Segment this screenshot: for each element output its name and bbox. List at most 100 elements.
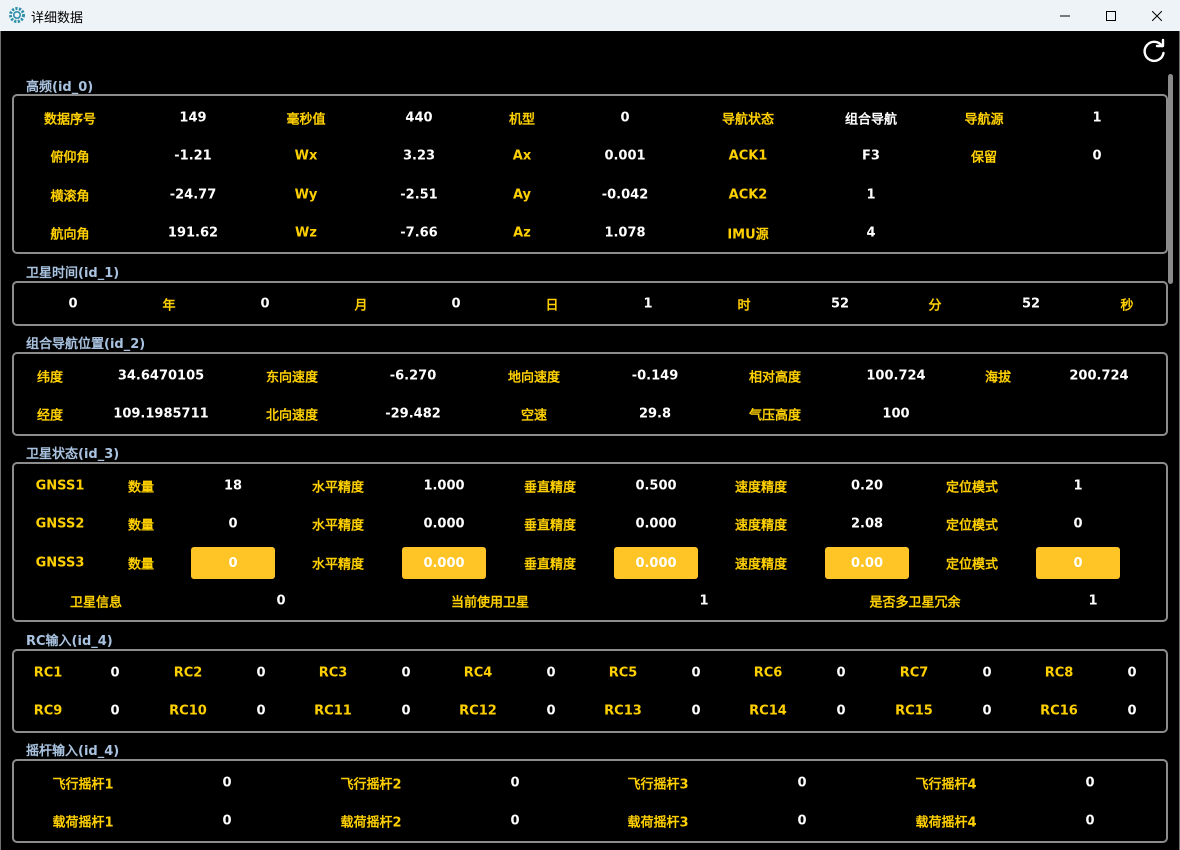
field-value: 组合导航 [844, 112, 898, 128]
field-label: Wy [294, 187, 318, 203]
field-label: 东向速度 [265, 370, 319, 386]
rc-label: RC5 [608, 665, 638, 681]
field-value: 109.1985711 [113, 406, 209, 422]
rc-value: 0 [836, 703, 846, 719]
maximize-button[interactable] [1088, 0, 1134, 31]
stick-value: 0 [797, 775, 807, 791]
panel-rc [12, 649, 1168, 733]
gnss3-value-box[interactable]: 0 [191, 547, 275, 579]
rc-label: RC2 [173, 665, 203, 681]
field-label: 水平精度 [311, 557, 365, 573]
field-label: 保留 [970, 150, 998, 166]
field-value: 100 [882, 406, 910, 422]
minimize-icon [1060, 15, 1070, 16]
field-value: 1 [1092, 110, 1102, 126]
field-label: 数量 [127, 557, 155, 573]
field-label: ACK2 [728, 187, 768, 203]
stick-label: 载荷摇杆1 [52, 815, 114, 831]
field-label: 速度精度 [734, 557, 788, 573]
field-label: 航向角 [50, 227, 90, 243]
gnss-name: GNSS2 [35, 516, 85, 532]
section-title-sat-status: 卫星状态(id_3) [26, 447, 120, 462]
time-unit: 时 [737, 298, 751, 314]
time-unit: 月 [354, 298, 368, 314]
field-label: 当前使用卫星 [450, 595, 530, 611]
gnss3-value-box[interactable]: 0 [1036, 547, 1120, 579]
field-label: 速度精度 [734, 518, 788, 534]
field-label: 数量 [127, 518, 155, 534]
field-label: 定位模式 [945, 518, 999, 534]
rc-value: 0 [401, 665, 411, 681]
time-value: 0 [451, 296, 461, 312]
rc-label: RC13 [604, 703, 642, 719]
stick-value: 0 [1085, 775, 1095, 791]
field-value: 2.08 [850, 516, 884, 532]
time-unit: 秒 [1120, 298, 1134, 314]
section-title-sat-time: 卫星时间(id_1) [26, 266, 120, 281]
stick-value: 0 [510, 775, 520, 791]
field-label: 定位模式 [945, 480, 999, 496]
field-value: 4 [866, 225, 876, 241]
panel-sat-time [12, 281, 1168, 326]
maximize-icon [1106, 10, 1116, 21]
rc-value: 0 [110, 665, 120, 681]
rc-value: 0 [256, 703, 266, 719]
field-label: 垂直精度 [523, 557, 577, 573]
field-value: -29.482 [385, 406, 441, 422]
field-label: 速度精度 [734, 480, 788, 496]
field-label: 导航源 [964, 112, 1004, 128]
field-value: -24.77 [169, 187, 217, 203]
field-label: 横滚角 [50, 189, 90, 205]
stick-label: 飞行摇杆3 [627, 777, 689, 793]
field-value: -7.66 [400, 225, 438, 241]
refresh-icon[interactable] [1141, 38, 1167, 64]
field-label: 是否多卫星冗余 [869, 595, 961, 611]
field-label: 垂直精度 [523, 518, 577, 534]
field-value: 149 [179, 110, 207, 126]
time-unit: 分 [928, 298, 942, 314]
gnss3-value-box[interactable]: 0.000 [614, 547, 698, 579]
field-value: 1 [1073, 478, 1083, 494]
vertical-scrollbar[interactable] [1168, 74, 1173, 284]
rc-label: RC11 [314, 703, 352, 719]
field-label: 俯仰角 [50, 150, 90, 166]
rc-value: 0 [982, 703, 992, 719]
close-button[interactable] [1134, 0, 1180, 31]
panel-stick [12, 759, 1168, 843]
rc-value: 0 [256, 665, 266, 681]
rc-label: RC8 [1044, 665, 1074, 681]
field-label: Ay [512, 187, 532, 203]
field-label: 数量 [127, 480, 155, 496]
field-value: 1 [1088, 593, 1098, 609]
section-title-nav-pos: 组合导航位置(id_2) [26, 337, 146, 352]
rc-label: RC16 [1040, 703, 1078, 719]
stick-value: 0 [222, 775, 232, 791]
minimize-button[interactable] [1042, 0, 1088, 31]
field-value: 100.724 [866, 368, 926, 384]
field-label: 水平精度 [311, 480, 365, 496]
field-label: 空速 [520, 408, 548, 424]
stick-label: 飞行摇杆2 [340, 777, 402, 793]
field-label: 卫星信息 [69, 595, 123, 611]
window-title: 详细数据 [31, 11, 84, 26]
rc-label: RC12 [459, 703, 497, 719]
field-value: 0 [276, 593, 286, 609]
gnss-name: GNSS3 [35, 555, 85, 571]
field-label: Ax [512, 148, 532, 164]
rc-value: 0 [691, 665, 701, 681]
field-label: 相对高度 [748, 370, 802, 386]
field-value: 0.000 [635, 516, 677, 532]
field-value: 0 [1073, 516, 1083, 532]
gnss3-value-box[interactable]: 0.00 [825, 547, 909, 579]
field-value: 200.724 [1069, 368, 1129, 384]
gnss3-value-box[interactable]: 0.000 [402, 547, 486, 579]
field-label: 数据序号 [43, 112, 97, 128]
field-value: -0.149 [631, 368, 679, 384]
field-value: -0.042 [601, 187, 649, 203]
field-label: 纬度 [36, 370, 64, 386]
field-value: 191.62 [167, 225, 219, 241]
field-label: 北向速度 [265, 408, 319, 424]
field-value: 1 [866, 187, 876, 203]
time-unit: 日 [545, 298, 559, 314]
rc-label: RC15 [895, 703, 933, 719]
